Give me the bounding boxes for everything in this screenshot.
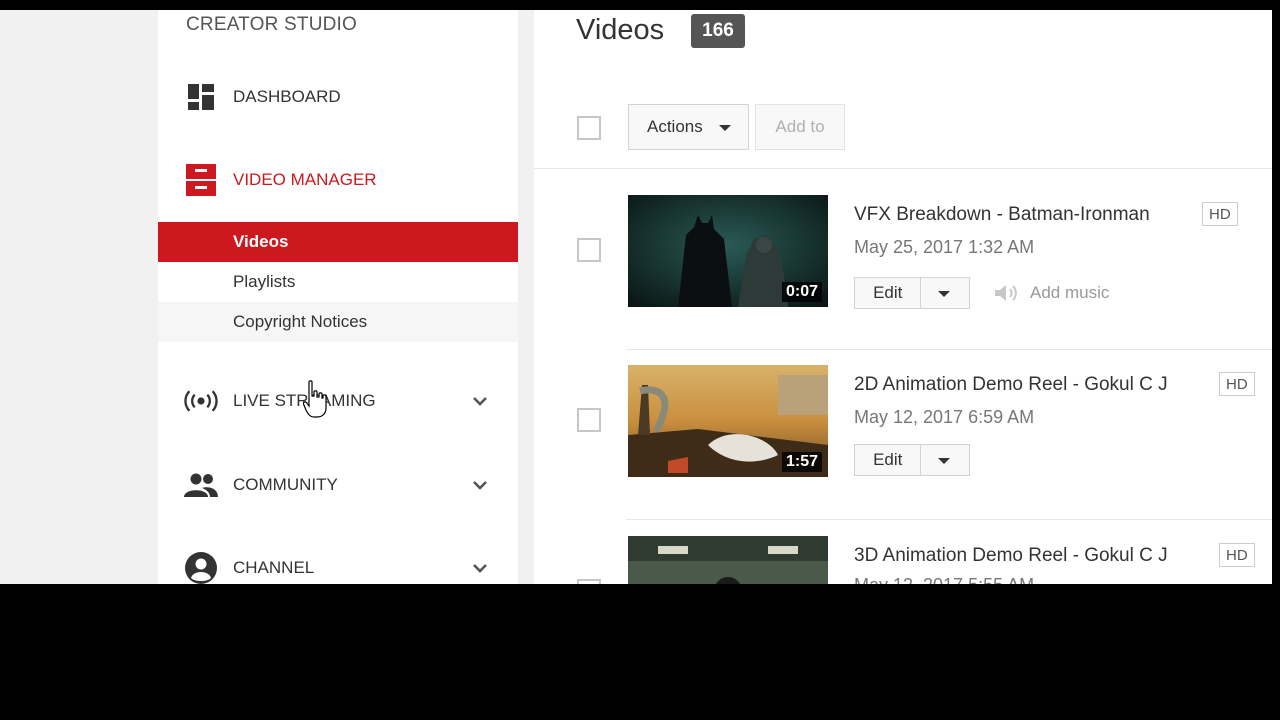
account-circle-icon: [184, 551, 218, 584]
screen: CREATOR STUDIO DASHBOARD VIDEO MANAGER V…: [0, 10, 1272, 584]
edit-button-group: Edit: [854, 444, 970, 476]
video-title[interactable]: 3D Animation Demo Reel - Gokul C J: [854, 545, 1168, 567]
video-select-checkbox[interactable]: [577, 238, 601, 262]
chevron-down-icon[interactable]: [470, 558, 490, 578]
chevron-down-icon[interactable]: [470, 391, 490, 411]
sidebar-item-videos[interactable]: Videos: [158, 222, 518, 262]
edit-dropdown-button[interactable]: [921, 278, 969, 308]
video-thumbnail[interactable]: [628, 536, 828, 584]
nav-video-manager[interactable]: VIDEO MANAGER: [158, 160, 518, 200]
nav-channel-label: CHANNEL: [233, 558, 315, 577]
nav-community[interactable]: COMMUNITY: [158, 465, 518, 505]
actions-label: Actions: [647, 117, 703, 136]
row-divider: [626, 519, 1272, 520]
video-duration: 1:57: [781, 452, 822, 472]
sidebar-title: CREATOR STUDIO: [186, 14, 357, 35]
people-icon: [184, 468, 218, 502]
add-music-link[interactable]: Add music: [994, 283, 1109, 303]
left-gutter: [0, 10, 158, 584]
nav-video-manager-label: VIDEO MANAGER: [233, 170, 377, 189]
video-row: 3D Animation Demo Reel - Gokul C J HD Ma…: [534, 521, 1272, 584]
broadcast-icon: [184, 384, 218, 418]
volume-icon: [994, 283, 1020, 303]
sidebar-item-playlists[interactable]: Playlists: [158, 262, 518, 302]
video-date: May 12, 2017 6:59 AM: [854, 407, 1035, 427]
hd-badge: HD: [1219, 543, 1255, 567]
nav-dashboard[interactable]: DASHBOARD: [158, 77, 518, 117]
actions-dropdown-button[interactable]: Actions: [628, 104, 749, 150]
dashboard-icon: [184, 80, 218, 114]
hd-badge: HD: [1219, 372, 1255, 396]
video-date: May 25, 2017 1:32 AM: [854, 237, 1035, 257]
sidebar: CREATOR STUDIO DASHBOARD VIDEO MANAGER V…: [158, 10, 518, 584]
sidebar-item-copyright-notices[interactable]: Copyright Notices: [158, 302, 518, 342]
video-row: 1:57 2D Animation Demo Reel - Gokul C J …: [534, 350, 1272, 520]
edit-dropdown-button[interactable]: [921, 445, 969, 475]
nav-live-streaming[interactable]: LIVE STREAMING: [158, 381, 518, 421]
sidebar-item-label: Playlists: [233, 272, 296, 291]
video-count-badge: 166: [691, 14, 745, 48]
sidebar-item-label: Videos: [233, 232, 289, 251]
hand-pointer-icon: [302, 380, 329, 420]
edit-button[interactable]: Edit: [855, 445, 922, 475]
edit-button-group: Edit: [854, 277, 970, 309]
video-manager-icon: [184, 163, 218, 197]
add-music-label: Add music: [1030, 283, 1110, 302]
video-title[interactable]: VFX Breakdown - Batman-Ironman: [854, 204, 1150, 226]
select-all-checkbox[interactable]: [577, 116, 601, 140]
hd-badge: HD: [1202, 202, 1238, 226]
nav-community-label: COMMUNITY: [233, 475, 338, 494]
edit-button[interactable]: Edit: [855, 278, 922, 308]
page-title: Videos: [576, 14, 665, 46]
main-content: Videos 166 Actions Add to 0:07 VFX Break…: [534, 10, 1272, 584]
video-thumbnail[interactable]: 1:57: [628, 365, 828, 477]
video-select-checkbox[interactable]: [577, 579, 601, 584]
video-duration: 0:07: [781, 282, 822, 302]
video-row: 0:07 VFX Breakdown - Batman-Ironman HD M…: [534, 180, 1272, 350]
add-to-button[interactable]: Add to: [755, 104, 845, 150]
chevron-down-icon[interactable]: [470, 475, 490, 495]
nav-channel[interactable]: CHANNEL: [158, 548, 518, 584]
video-thumbnail[interactable]: 0:07: [628, 195, 828, 307]
caret-down-icon: [719, 125, 731, 131]
video-select-checkbox[interactable]: [577, 408, 601, 432]
nav-dashboard-label: DASHBOARD: [233, 87, 341, 106]
video-date: May 12, 2017 5:55 AM: [854, 575, 1034, 584]
panel-divider: [518, 10, 534, 584]
sidebar-item-label: Copyright Notices: [233, 312, 368, 331]
video-title[interactable]: 2D Animation Demo Reel - Gokul C J: [854, 374, 1168, 396]
toolbar-divider: [534, 168, 1272, 169]
